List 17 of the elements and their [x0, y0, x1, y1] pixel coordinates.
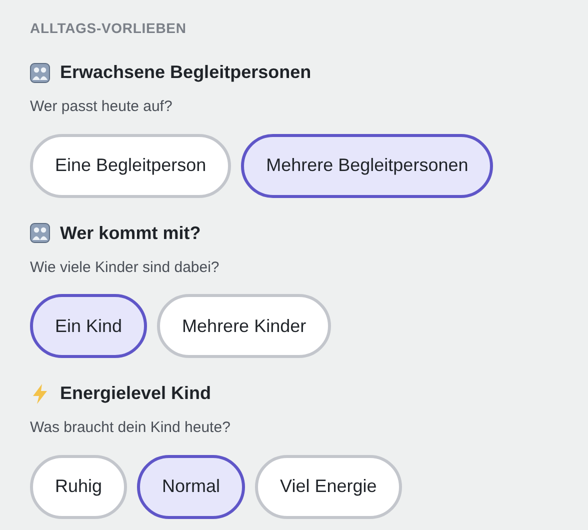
- people-icon: [30, 223, 50, 243]
- lightning-icon: [31, 382, 49, 404]
- option-button[interactable]: Ruhig: [30, 454, 128, 518]
- option-button[interactable]: Viel Energie: [255, 454, 402, 518]
- option-button[interactable]: Normal: [137, 454, 246, 518]
- section-title: ALLTAGS-VORLIEBEN: [30, 19, 188, 38]
- question-text: Was braucht dein Kind heute?: [30, 418, 232, 438]
- option-button[interactable]: Mehrere Begleitpersonen: [241, 134, 494, 198]
- question-text: Wer passt heute auf?: [30, 97, 174, 117]
- people-icon: [30, 62, 50, 82]
- option-button[interactable]: Eine Begleitperson: [30, 134, 232, 198]
- group-heading: Erwachsene Begleitpersonen: [60, 61, 312, 84]
- question-text: Wie viele Kinder sind dabei?: [30, 258, 220, 278]
- option-button[interactable]: Ein Kind: [30, 294, 148, 358]
- option-button[interactable]: Mehrere Kinder: [157, 294, 332, 358]
- group-heading: Wer kommt mit?: [60, 222, 201, 244]
- group-heading: Energielevel Kind: [60, 382, 212, 405]
